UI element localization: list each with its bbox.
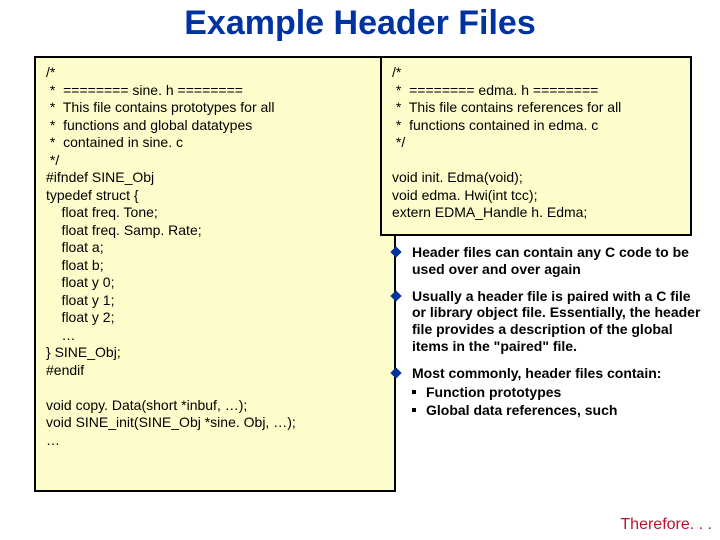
bullet-item: Most commonly, header files contain: Fun… <box>392 365 704 419</box>
diamond-icon <box>390 367 401 378</box>
sub-bullet-item: Function prototypes <box>412 384 704 401</box>
diamond-icon <box>390 246 401 257</box>
slide: Example Header Files /* * ======== sine.… <box>0 0 720 540</box>
sub-bullet-text: Function prototypes <box>426 384 561 400</box>
bullet-item: Header files can contain any C code to b… <box>392 244 704 278</box>
code-box-edma: /* * ======== edma. h ======== * This fi… <box>380 56 692 236</box>
bullet-text: Usually a header file is paired with a C… <box>412 288 700 354</box>
dot-icon <box>412 390 416 394</box>
slide-title: Example Header Files <box>0 4 720 43</box>
code-box-sine: /* * ======== sine. h ======== * This fi… <box>34 56 396 492</box>
sub-bullet-text: Global data references, such <box>426 402 617 418</box>
sub-bullet-item: Global data references, such <box>412 402 704 419</box>
bullet-text: Most commonly, header files contain: <box>412 365 661 381</box>
diamond-icon <box>390 290 401 301</box>
dot-icon <box>412 408 416 412</box>
bullet-item: Usually a header file is paired with a C… <box>392 288 704 355</box>
therefore-note: Therefore. . . <box>620 516 712 534</box>
bullet-list: Header files can contain any C code to b… <box>392 244 704 429</box>
bullet-text: Header files can contain any C code to b… <box>412 244 689 277</box>
